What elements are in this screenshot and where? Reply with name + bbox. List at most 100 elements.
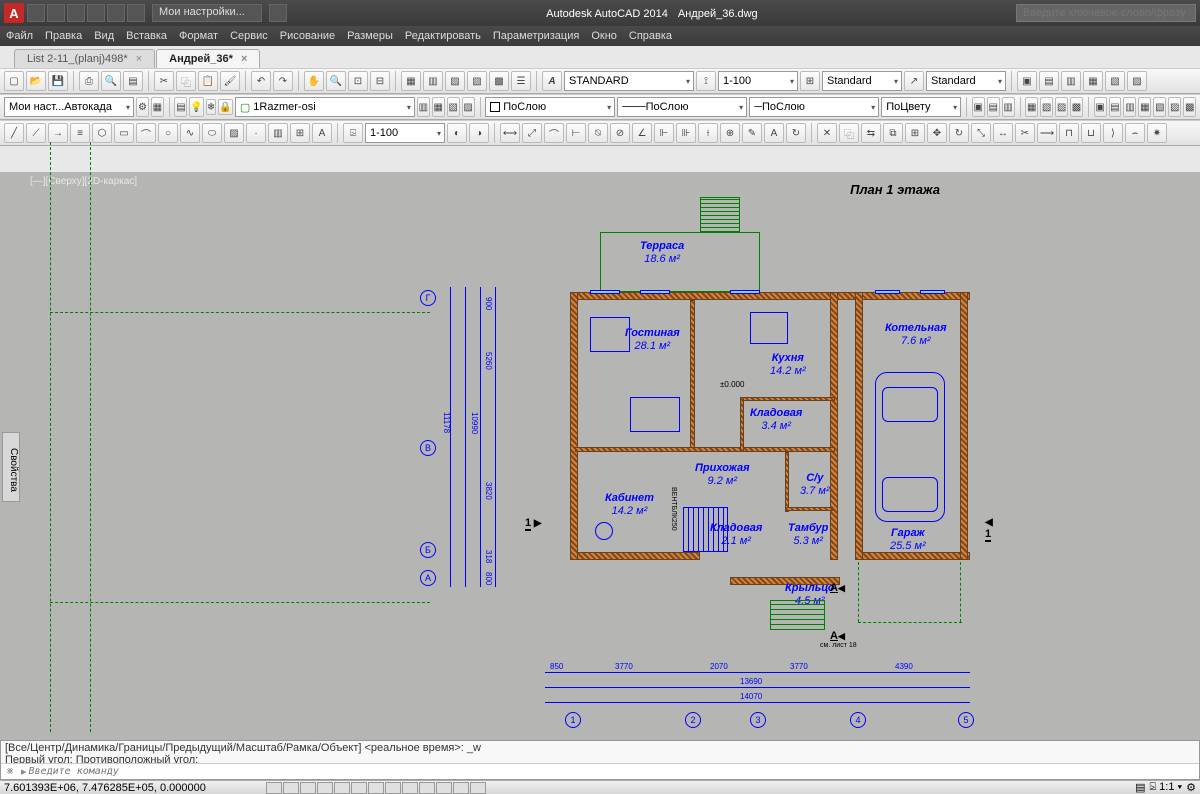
tpy-toggle[interactable] [419,782,435,794]
zoom-win-icon[interactable]: ⊡ [348,71,368,91]
dim-ang-icon[interactable]: ∠ [632,123,652,143]
rect-icon[interactable]: ▭ [114,123,134,143]
menu-tools[interactable]: Сервис [230,30,268,42]
tablestyle-btn[interactable]: ⊞ [800,71,820,91]
lock-icon[interactable]: 🔒 [218,99,232,115]
ref-icon[interactable]: ▩ [1070,97,1083,117]
ref-icon[interactable]: ▨ [1055,97,1068,117]
circle-icon[interactable]: ○ [158,123,178,143]
tablestyle-dropdown[interactable]: Standard [822,71,902,91]
zoom-icon[interactable]: 🔍 [326,71,346,91]
calc-icon[interactable]: ☰ [511,71,531,91]
dim-upd-icon[interactable]: ↻ [786,123,806,143]
qat-dd-icon[interactable] [269,4,287,22]
qat-open-icon[interactable] [47,4,65,22]
dim-ali-icon[interactable]: ⤢ [522,123,542,143]
anno-icon[interactable]: ⍄ [343,123,363,143]
region-icon[interactable]: ▥ [268,123,288,143]
break-icon[interactable]: ⊓ [1059,123,1079,143]
help-search-input[interactable] [1016,4,1196,22]
mod-icon[interactable]: ▥ [1123,97,1136,117]
otrack-toggle[interactable] [351,782,367,794]
layer-tool-icon[interactable]: ▨ [462,97,475,117]
layer-tool-icon[interactable]: ▥ [417,97,430,117]
text-btn[interactable]: A [542,71,562,91]
zoom-prev-icon[interactable]: ⊟ [370,71,390,91]
cut-icon[interactable]: ✂ [154,71,174,91]
sheet-icon[interactable]: ▧ [467,71,487,91]
ref-icon[interactable]: ▧ [1040,97,1053,117]
workspace-dd2[interactable]: Мои наст...Автокада [4,97,134,117]
paper-button[interactable]: ▤ [1135,781,1145,794]
viewport-label[interactable]: [—][Сверху][2D-каркас] [30,176,137,187]
line-icon[interactable]: ╱ [4,123,24,143]
menu-file[interactable]: Файл [6,30,33,42]
undo-icon[interactable]: ↶ [251,71,271,91]
print-icon[interactable]: ⎙ [79,71,99,91]
freeze-icon[interactable]: ❄ [206,99,217,115]
close-icon[interactable]: × [241,53,247,65]
lwt-toggle[interactable] [402,782,418,794]
dim-dia-icon[interactable]: ⊘ [610,123,630,143]
workspace-dropdown[interactable]: Мои настройки... [152,4,262,22]
ws-icon[interactable]: ▦ [151,97,164,117]
dim-cen-icon[interactable]: ⊕ [720,123,740,143]
menu-dim[interactable]: Размеры [347,30,393,42]
dcenter-icon[interactable]: ▥ [423,71,443,91]
qat-print-icon[interactable] [127,4,145,22]
ltype-dropdown[interactable]: ─── ПоСлою [617,97,747,117]
preview-icon[interactable]: 🔍 [101,71,121,91]
block-icon[interactable]: ▣ [972,97,985,117]
move-icon[interactable]: ✥ [927,123,947,143]
dyn-toggle[interactable] [385,782,401,794]
mod-icon[interactable]: ▣ [1094,97,1107,117]
qp-toggle[interactable] [436,782,452,794]
extend-icon[interactable]: ⟶ [1037,123,1057,143]
ortho-toggle[interactable] [300,782,316,794]
menu-window[interactable]: Окно [591,30,617,42]
anno-vis-icon[interactable]: ◐ [447,123,467,143]
dim-lin-icon[interactable]: ⟷ [500,123,520,143]
command-input[interactable] [29,766,1199,777]
osnap-toggle[interactable] [334,782,350,794]
arc-icon[interactable]: ⌒ [136,123,156,143]
tb-icon[interactable]: ▣ [1017,71,1037,91]
qat-redo-icon[interactable] [107,4,125,22]
layer-prop-icon[interactable]: ▤ [174,97,187,117]
props-icon[interactable]: ▦ [401,71,421,91]
color-dropdown[interactable]: ПоСлою [485,97,615,117]
drawing-canvas[interactable]: Свойства [—][Сверху][2D-каркас] План 1 э… [0,172,1200,740]
tb-icon[interactable]: ▤ [1039,71,1059,91]
sc-toggle[interactable] [453,782,469,794]
text-icon[interactable]: A [312,123,332,143]
doc-tab-active[interactable]: Андрей_36*× [156,49,260,68]
markup-icon[interactable]: ▩ [489,71,509,91]
rotate-icon[interactable]: ↻ [949,123,969,143]
qat-new-icon[interactable] [27,4,45,22]
menu-edit[interactable]: Правка [45,30,82,42]
mleader-btn[interactable]: ↗ [904,71,924,91]
app-logo[interactable]: A [4,3,24,23]
match-icon[interactable]: 🖌 [220,71,240,91]
table-icon[interactable]: ⊞ [290,123,310,143]
block-icon[interactable]: ▥ [1002,97,1015,117]
qat-save-icon[interactable] [67,4,85,22]
toolpal-icon[interactable]: ▨ [445,71,465,91]
pan-icon[interactable]: ✋ [304,71,324,91]
dim-arc-icon[interactable]: ⌒ [544,123,564,143]
mod-icon[interactable]: ▤ [1109,97,1122,117]
snap-toggle[interactable] [266,782,282,794]
tb-icon[interactable]: ▧ [1105,71,1125,91]
point-icon[interactable]: · [246,123,266,143]
gear-icon[interactable]: ⚙ [136,97,149,117]
properties-palette-tab[interactable]: Свойства [2,432,20,502]
stretch-icon[interactable]: ↔ [993,123,1013,143]
ray-icon[interactable]: → [48,123,68,143]
spline-icon[interactable]: ∿ [180,123,200,143]
save-icon[interactable]: 💾 [48,71,68,91]
chamfer-icon[interactable]: ⟩ [1103,123,1123,143]
mline-icon[interactable]: ≡ [70,123,90,143]
dim-edit-icon[interactable]: ✎ [742,123,762,143]
am-toggle[interactable] [470,782,486,794]
dim-jog-icon[interactable]: ⟊ [698,123,718,143]
